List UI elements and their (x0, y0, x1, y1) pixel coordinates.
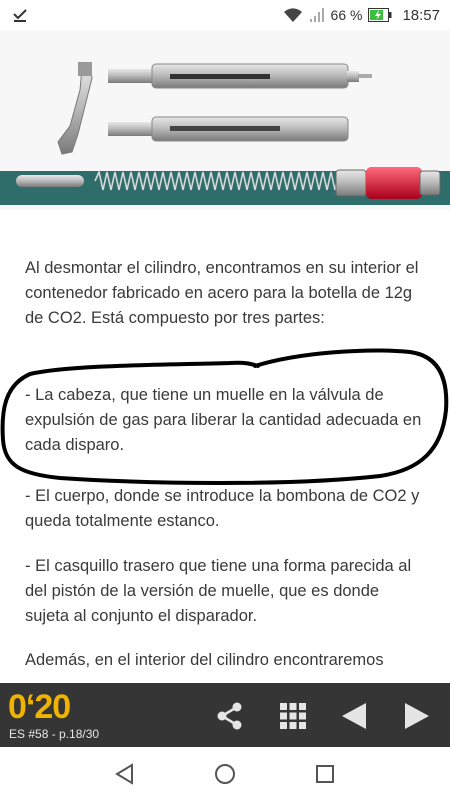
co2-cylinder-parts-illustration (16, 62, 441, 199)
status-bar: 66 % 18:57 (0, 0, 450, 30)
paragraph-body: - El cuerpo, donde se introduce la bombo… (25, 487, 420, 530)
paragraph-rear-cap: - El casquillo trasero que tiene una for… (25, 557, 412, 625)
battery-charging-icon (368, 8, 392, 22)
paragraph-head: - La cabeza, que tiene un muelle en la v… (25, 386, 422, 454)
wifi-icon (283, 8, 302, 22)
share-button[interactable] (213, 699, 247, 733)
reader-toolbar: 0‘20 ES #58 - p.18/30 (0, 683, 450, 747)
previous-page-button[interactable] (337, 699, 371, 733)
recent-apps-button[interactable] (312, 761, 338, 787)
home-circle-icon (215, 764, 235, 784)
signal-icon (309, 8, 324, 22)
system-navigation-bar (0, 747, 450, 800)
clock: 18:57 (402, 6, 440, 24)
issue-page-indicator: ES #58 - p.18/30 (9, 727, 100, 741)
paragraph-intro: Al desmontar el cilindro, encontramos en… (25, 259, 419, 327)
back-button[interactable] (112, 761, 138, 787)
paragraph-further: Además, en el interior del cilindro enco… (25, 651, 384, 669)
home-button[interactable] (212, 761, 238, 787)
magazine-logo: 0‘20 (8, 688, 71, 726)
battery-percent: 66 % (330, 7, 363, 23)
grid-icon (280, 703, 306, 729)
next-page-button[interactable] (400, 699, 434, 733)
recent-square-icon (316, 765, 334, 783)
arrow-right-icon (405, 703, 429, 729)
arrow-left-icon (342, 703, 366, 729)
share-icon (217, 702, 242, 730)
article-image (0, 30, 450, 210)
back-triangle-icon (115, 763, 133, 785)
page-grid-button[interactable] (276, 699, 310, 733)
download-done-icon (13, 9, 27, 22)
